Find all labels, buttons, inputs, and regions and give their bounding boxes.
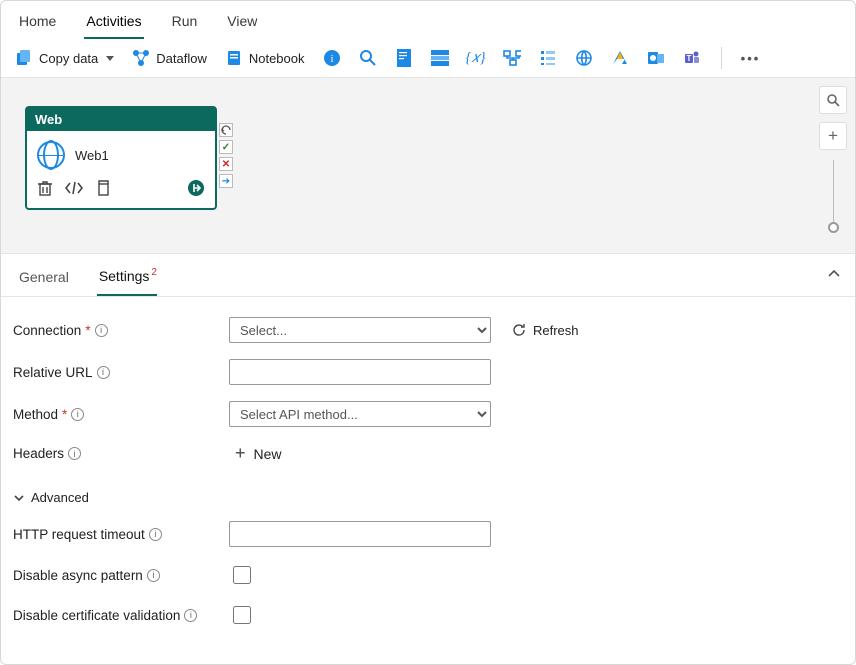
connection-select[interactable]: Select...	[229, 317, 491, 343]
copy-data-icon	[15, 49, 33, 67]
info-icon[interactable]: i	[71, 408, 84, 421]
notebook-icon	[225, 49, 243, 67]
timeout-label: HTTP request timeout	[13, 527, 145, 542]
pipeline-canvas[interactable]: Web Web1 ✓	[1, 78, 855, 254]
settings-form: Connection * i Select... Refresh Relativ…	[1, 297, 855, 637]
tab-general[interactable]: General	[17, 265, 71, 295]
method-select[interactable]: Select API method...	[229, 401, 491, 427]
advanced-toggle[interactable]: Advanced	[13, 480, 843, 505]
relative-url-label: Relative URL	[13, 365, 93, 380]
properties-tabs: General Settings2	[1, 254, 855, 297]
method-label: Method	[13, 407, 58, 422]
search-icon[interactable]	[359, 49, 377, 67]
activity-name: Web1	[75, 148, 109, 163]
disable-cert-checkbox[interactable]	[233, 606, 251, 624]
disable-async-checkbox[interactable]	[233, 566, 251, 584]
activity-side-controls: ✓ ✕ ➔	[219, 123, 233, 188]
copy-icon[interactable]	[95, 180, 111, 199]
toolbar-separator	[721, 47, 722, 69]
menu-home[interactable]: Home	[17, 9, 58, 39]
info-icon[interactable]: i	[323, 49, 341, 67]
dataflow-label: Dataflow	[156, 51, 207, 66]
info-icon[interactable]: i	[147, 569, 160, 582]
code-icon[interactable]	[65, 181, 83, 198]
settings-badge: 2	[151, 267, 157, 278]
notebook-label: Notebook	[249, 51, 305, 66]
copy-data-label: Copy data	[39, 51, 98, 66]
variable-icon[interactable]: {𝑥}	[467, 49, 485, 67]
teams-icon[interactable]: T	[683, 49, 701, 67]
headers-label: Headers	[13, 446, 64, 461]
plus-icon: +	[235, 443, 246, 464]
notebook-button[interactable]: Notebook	[225, 49, 305, 67]
dataflow-icon	[132, 49, 150, 67]
relative-url-input[interactable]	[229, 359, 491, 385]
required-marker: *	[85, 323, 90, 338]
globe-icon	[37, 141, 65, 169]
dataflow-button[interactable]: Dataflow	[132, 49, 207, 67]
collapse-icon[interactable]	[827, 266, 841, 283]
success-output-icon[interactable]: ✓	[219, 140, 233, 154]
info-icon[interactable]: i	[184, 609, 197, 622]
required-marker: *	[62, 407, 67, 422]
menu-view[interactable]: View	[225, 9, 259, 39]
web-icon[interactable]	[575, 49, 593, 67]
svg-text:T: T	[686, 54, 691, 63]
chevron-down-icon	[13, 492, 25, 504]
tab-settings-label: Settings	[99, 268, 150, 284]
failure-output-icon[interactable]: ✕	[219, 157, 233, 171]
activities-toolbar: Copy data Dataflow Notebook i {𝑥}	[1, 39, 855, 78]
lookup-icon[interactable]	[539, 49, 557, 67]
new-label: New	[254, 446, 282, 462]
top-menu: Home Activities Run View	[1, 1, 855, 39]
add-header-button[interactable]: + New	[235, 443, 491, 464]
svg-text:i: i	[330, 53, 333, 65]
canvas-search-icon[interactable]	[819, 86, 847, 114]
disable-async-label: Disable async pattern	[13, 568, 143, 583]
tab-settings[interactable]: Settings2	[97, 264, 157, 296]
timeout-input[interactable]	[229, 521, 491, 547]
chevron-down-icon	[106, 56, 114, 61]
azure-icon[interactable]	[611, 49, 629, 67]
script-icon[interactable]	[395, 49, 413, 67]
outlook-icon[interactable]	[647, 49, 665, 67]
info-icon[interactable]: i	[149, 528, 162, 541]
refresh-button[interactable]: Refresh	[511, 322, 579, 338]
info-icon[interactable]: i	[95, 324, 108, 337]
info-icon[interactable]: i	[97, 366, 110, 379]
connection-label: Connection	[13, 323, 81, 338]
run-icon[interactable]	[187, 179, 205, 200]
zoom-in-icon[interactable]: +	[819, 122, 847, 150]
web-activity-card[interactable]: Web Web1	[25, 106, 217, 210]
menu-activities[interactable]: Activities	[84, 9, 143, 39]
copy-data-button[interactable]: Copy data	[15, 49, 114, 67]
more-icon[interactable]: •••	[742, 49, 760, 67]
info-icon[interactable]: i	[68, 447, 81, 460]
activity-type-label: Web	[27, 108, 215, 131]
advanced-label: Advanced	[31, 490, 89, 505]
pipeline-icon[interactable]	[503, 49, 521, 67]
refresh-label: Refresh	[533, 323, 579, 338]
completion-output-icon[interactable]: ➔	[219, 174, 233, 188]
menu-run[interactable]: Run	[170, 9, 200, 39]
stored-procedure-icon[interactable]	[431, 49, 449, 67]
disable-cert-label: Disable certificate validation	[13, 608, 180, 623]
zoom-slider[interactable]	[833, 160, 834, 232]
delete-icon[interactable]	[37, 180, 53, 199]
undo-icon[interactable]	[219, 123, 233, 137]
